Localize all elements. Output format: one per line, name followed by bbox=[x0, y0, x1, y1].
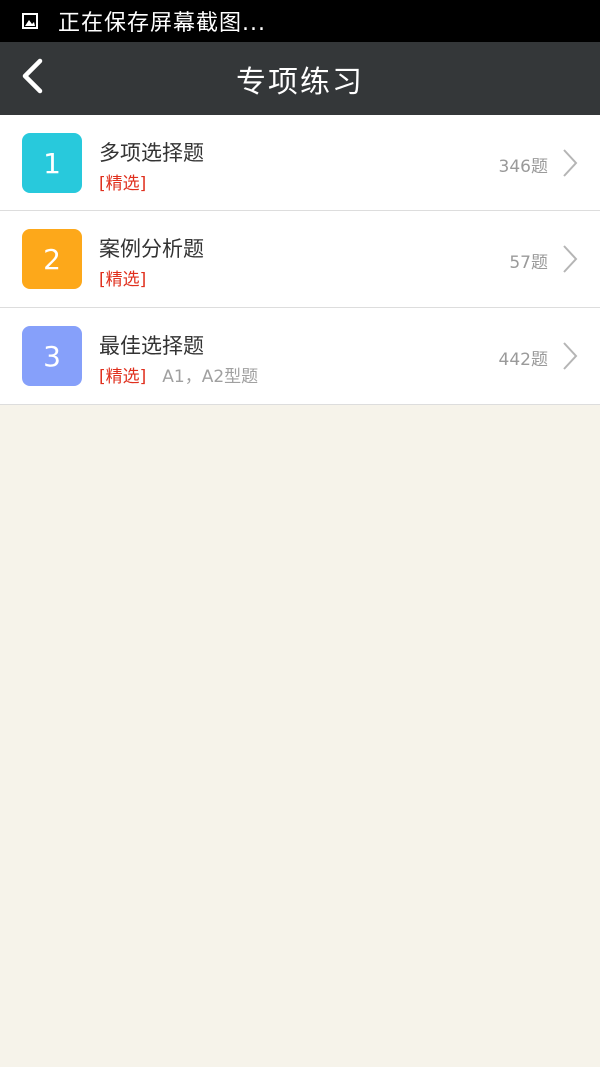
item-subtitle: [精选] bbox=[99, 169, 146, 194]
chevron-right-icon bbox=[562, 341, 578, 371]
list-item[interactable]: 1 多项选择题 [精选] 346题 bbox=[0, 115, 600, 211]
back-button[interactable] bbox=[14, 56, 50, 100]
page-title: 专项练习 bbox=[236, 64, 364, 100]
list-item[interactable]: 3 最佳选择题 [精选] A1，A2型题 442题 bbox=[0, 308, 600, 405]
chevron-left-icon bbox=[20, 58, 44, 98]
featured-tag: [精选] bbox=[99, 367, 147, 387]
nav-bar: 专项练习 bbox=[0, 42, 600, 115]
item-title: 案例分析题 bbox=[99, 237, 204, 261]
list-item[interactable]: 2 案例分析题 [精选] 57题 bbox=[0, 211, 600, 308]
chevron-right-icon bbox=[562, 244, 578, 274]
item-description: A1，A2型题 bbox=[162, 367, 259, 387]
question-count: 442题 bbox=[498, 350, 548, 370]
image-icon bbox=[22, 13, 38, 29]
chevron-right-icon bbox=[562, 148, 578, 178]
item-subtitle: [精选] bbox=[99, 265, 146, 290]
item-title: 多项选择题 bbox=[99, 141, 204, 165]
item-title: 最佳选择题 bbox=[99, 334, 204, 358]
index-badge: 1 bbox=[22, 133, 82, 193]
status-bar: 正在保存屏幕截图... bbox=[0, 0, 600, 42]
featured-tag: [精选] bbox=[99, 174, 147, 194]
question-count: 346题 bbox=[498, 157, 548, 177]
featured-tag: [精选] bbox=[99, 270, 147, 290]
index-badge: 3 bbox=[22, 326, 82, 386]
question-count: 57题 bbox=[509, 253, 548, 273]
status-text: 正在保存屏幕截图... bbox=[58, 11, 266, 36]
item-subtitle: [精选] A1，A2型题 bbox=[99, 362, 258, 387]
practice-list: 1 多项选择题 [精选] 346题 2 案例分析题 [精选] 57题 3 最佳选… bbox=[0, 115, 600, 405]
index-badge: 2 bbox=[22, 229, 82, 289]
